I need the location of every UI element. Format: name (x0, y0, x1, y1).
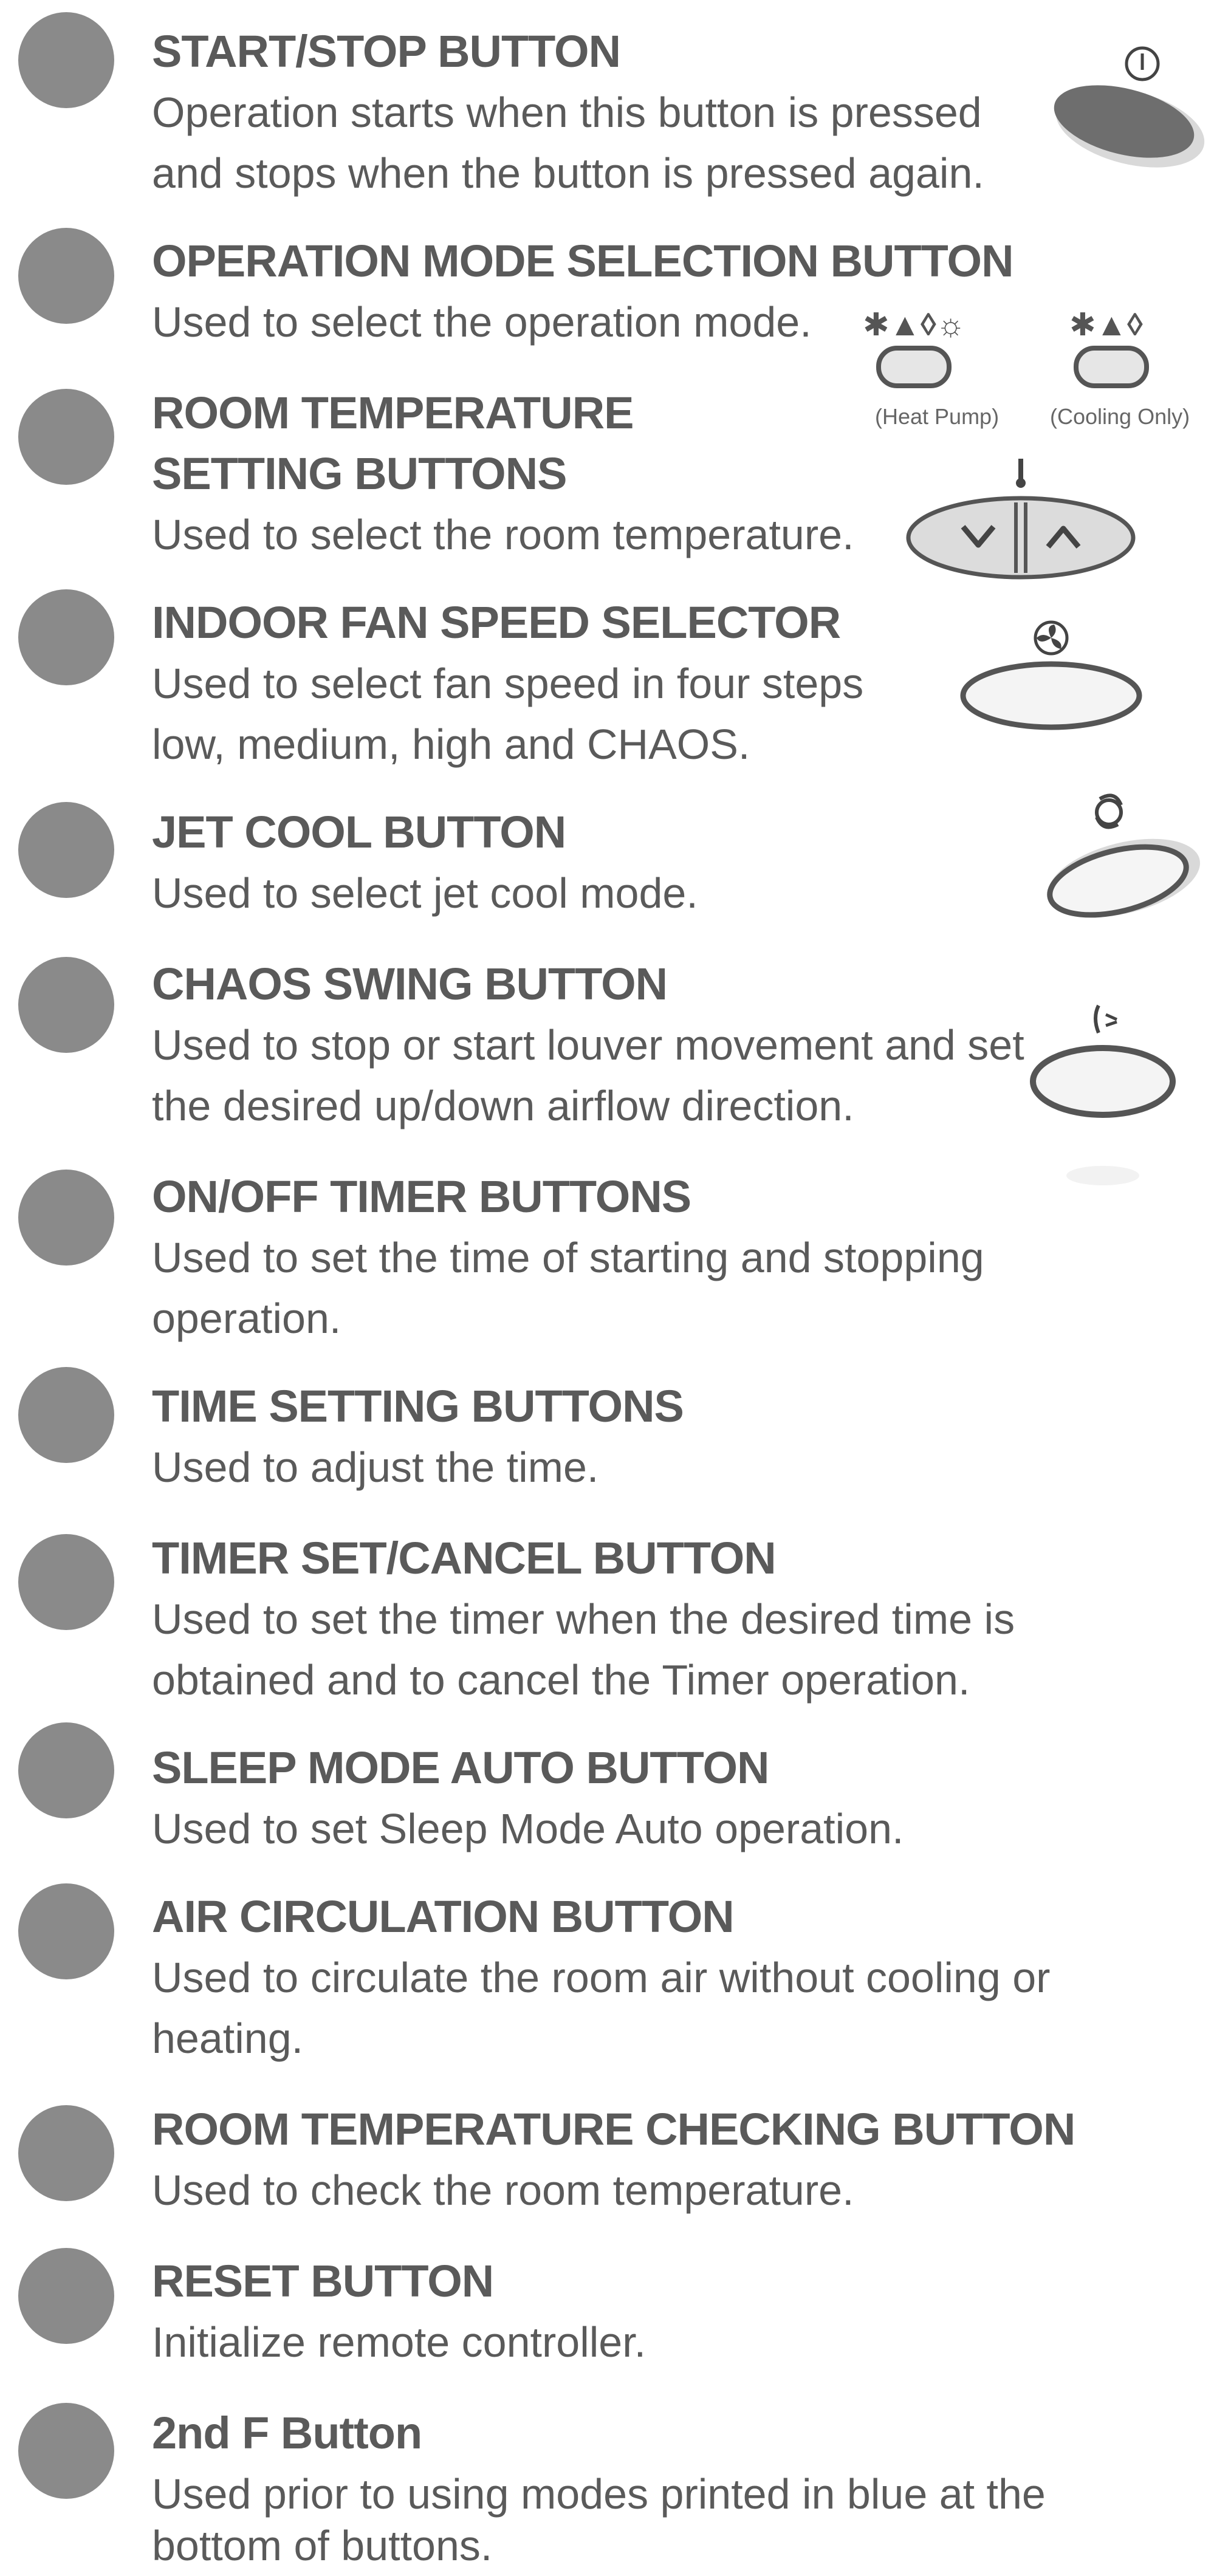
bullet-marker (18, 1367, 114, 1463)
item-desc-line: Used to select jet cool mode. (152, 869, 698, 917)
item-desc-line: Used to select fan speed in four steps (152, 660, 864, 707)
item-title: JET COOL BUTTON (152, 807, 566, 857)
item-desc-line: obtained and to cancel the Timer operati… (152, 1656, 970, 1704)
item-title: ON/OFF TIMER BUTTONS (152, 1171, 691, 1222)
bullet-marker (18, 389, 114, 485)
item-desc-line: Used to adjust the time. (152, 1444, 599, 1491)
jet-cool-button-illustration (1033, 787, 1209, 936)
chaos-swing-button-illustration (1027, 990, 1191, 1212)
jet-cool-icon (1095, 793, 1123, 829)
bullet-marker (18, 228, 114, 324)
item-title: INDOOR FAN SPEED SELECTOR (152, 597, 841, 648)
item-desc-line: Used to set the time of starting and sto… (152, 1234, 984, 1281)
item-desc-line: operation. (152, 1295, 341, 1342)
bullet-marker (18, 1170, 114, 1266)
start-stop-button-illustration (1045, 36, 1214, 185)
bullet-marker (18, 957, 114, 1053)
item-desc-line: Used to set the timer when the desired t… (152, 1595, 1015, 1643)
item-desc-line: Initialize remote controller. (152, 2318, 646, 2366)
item-title: 2nd F Button (152, 2408, 422, 2458)
cooling-only-mode-button (1072, 343, 1151, 395)
bullet-marker (18, 802, 114, 898)
power-icon (1125, 46, 1160, 81)
fan-speed-button-illustration (954, 614, 1148, 744)
item-title: SLEEP MODE AUTO BUTTON (152, 1742, 769, 1793)
bullet-marker (18, 1722, 114, 1818)
item-title: ROOM TEMPERATURE CHECKING BUTTON (152, 2104, 1075, 2154)
cooling-only-mode-symbols: ✱▲◊ (1069, 307, 1143, 343)
bullet-marker (18, 2403, 114, 2499)
item-desc-line: Used to circulate the room air without c… (152, 1954, 1051, 2001)
item-desc-line: and stops when the button is pressed aga… (152, 149, 984, 197)
item-title: RESET BUTTON (152, 2256, 494, 2306)
bullet-marker (18, 2105, 114, 2201)
heat-pump-caption: (Heat Pump) (875, 404, 1000, 429)
heat-pump-mode-button (875, 343, 954, 395)
fan-icon (1034, 620, 1069, 656)
temperature-buttons-illustration (899, 453, 1142, 589)
item-title: START/STOP BUTTON (152, 26, 621, 77)
bullet-marker (18, 589, 114, 685)
item-desc-line: heating. (152, 2015, 304, 2062)
bullet-marker (18, 1883, 114, 1979)
item-desc-line: Used to set Sleep Mode Auto operation. (152, 1805, 904, 1852)
item-desc-line: the desired up/down airflow direction. (152, 1082, 854, 1129)
item-desc-line: Used to stop or start louver movement an… (152, 1021, 1024, 1069)
item-title: AIR CIRCULATION BUTTON (152, 1891, 735, 1942)
bullet-marker (18, 2248, 114, 2344)
bullet-marker (18, 1534, 114, 1630)
item-desc-line: Used to check the room temperature. (152, 2167, 854, 2214)
item-title: TIME SETTING BUTTONS (152, 1381, 684, 1431)
thermometer-icon (1016, 459, 1026, 488)
item-title: OPERATION MODE SELECTION BUTTON (152, 236, 1014, 286)
item-desc-line: Used to select the room temperature. (152, 511, 854, 558)
bullet-marker (18, 12, 114, 108)
item-title: CHAOS SWING BUTTON (152, 959, 668, 1009)
item-desc-line: bottom of buttons. (152, 2522, 493, 2569)
item-desc-line: low, medium, high and CHAOS. (152, 721, 750, 768)
item-title-line2: SETTING BUTTONS (152, 448, 568, 499)
item-title: ROOM TEMPERATURE (152, 388, 634, 438)
item-desc-line: Used to select the operation mode. (152, 298, 812, 346)
item-title: TIMER SET/CANCEL BUTTON (152, 1533, 777, 1583)
item-desc-line: Operation starts when this button is pre… (152, 89, 982, 136)
swing-icon (1094, 1004, 1118, 1034)
cooling-only-caption: (Cooling Only) (1050, 404, 1190, 429)
heat-pump-mode-symbols: ✱▲◊☼ (863, 307, 965, 343)
